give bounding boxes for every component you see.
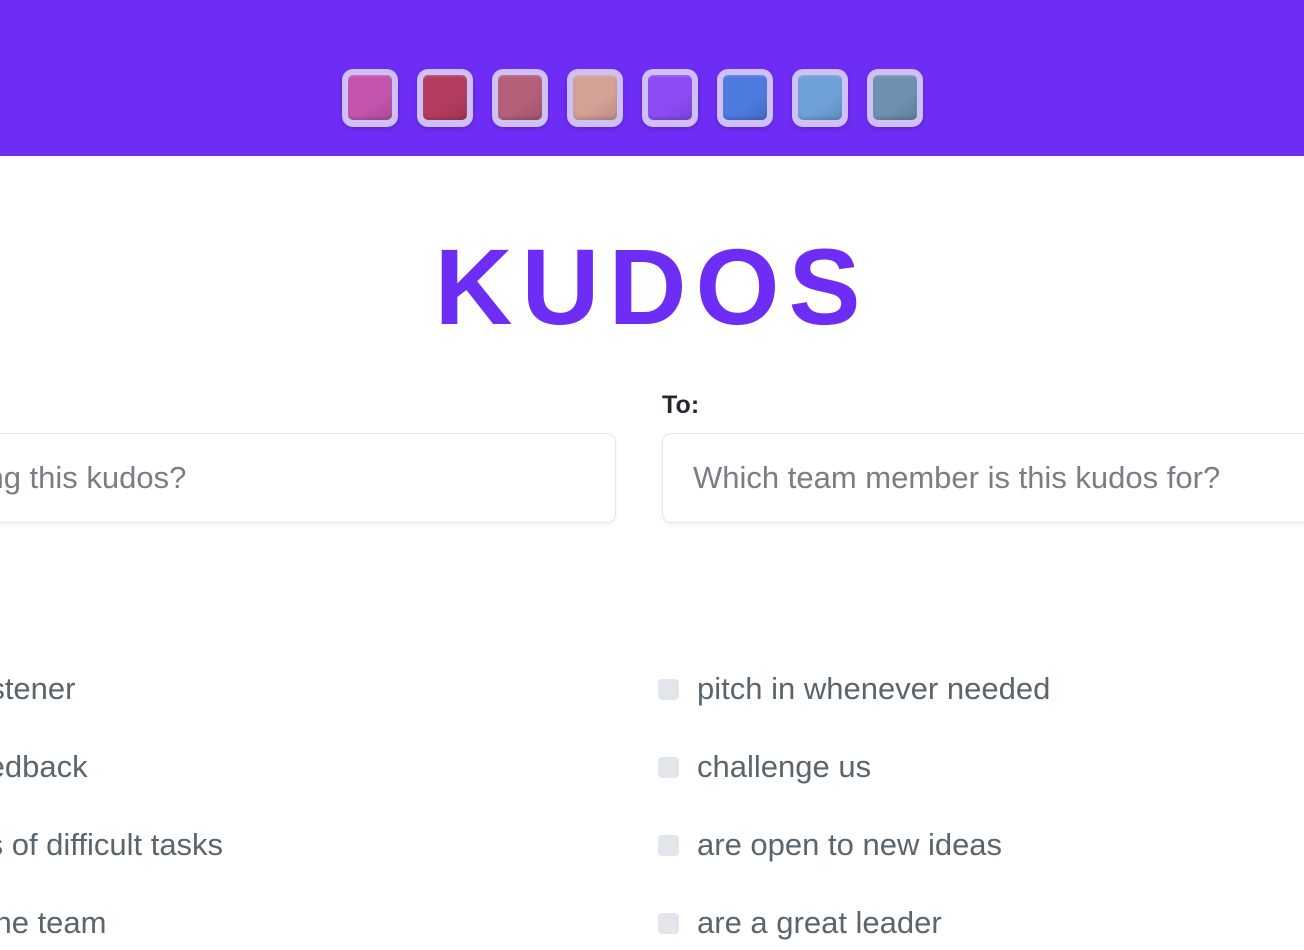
checkbox-label: are a great listener [0, 671, 76, 706]
color-swatch-crimson[interactable] [417, 69, 473, 127]
color-swatch-magenta-fill [348, 75, 392, 120]
from-field-block: From: [0, 390, 616, 523]
color-swatch-violet-fill [648, 75, 692, 120]
checkbox-row[interactable]: relieve others of difficult tasks [0, 806, 658, 884]
checkbox-right-0[interactable] [658, 678, 679, 700]
checkbox-label: show up for the team [0, 905, 107, 940]
checkbox-row[interactable]: are open to new ideas [658, 806, 1304, 884]
color-swatch-steel-blue-fill [873, 75, 917, 120]
color-swatch-sky-blue-fill [798, 75, 842, 120]
checkbox-column-left: are a great listener give great feedback r… [0, 650, 658, 950]
color-swatch-magenta[interactable] [342, 69, 398, 127]
kudos-page: KUDOS From: To: are a great listener give… [0, 0, 1304, 950]
color-swatch-royal-blue[interactable] [717, 69, 773, 127]
color-swatch-sky-blue[interactable] [792, 69, 848, 127]
checkbox-row[interactable]: are a great listener [0, 650, 658, 728]
checkbox-label: are open to new ideas [697, 827, 1003, 862]
checkbox-right-2[interactable] [658, 834, 679, 856]
to-input[interactable] [662, 433, 1304, 523]
header-band [0, 0, 1304, 156]
from-input[interactable] [0, 433, 616, 523]
color-swatch-crimson-fill [423, 75, 467, 120]
checkbox-column-right: pitch in whenever needed challenge us are … [658, 650, 1304, 950]
color-swatch-steel-blue[interactable] [867, 69, 923, 127]
to-field-label: To: [662, 391, 700, 419]
checkbox-row[interactable]: are a great leader [658, 884, 1304, 950]
from-field-label: From: [0, 390, 616, 420]
color-swatch-violet[interactable] [642, 69, 698, 127]
checkbox-label: pitch in whenever needed [697, 671, 1051, 706]
checkbox-label: give great feedback [0, 749, 88, 784]
page-title: KUDOS [434, 226, 870, 347]
color-swatch-blush-fill [573, 75, 617, 120]
checkbox-row[interactable]: give great feedback [0, 728, 658, 806]
color-swatch-royal-blue-fill [723, 75, 767, 120]
color-swatch-rose[interactable] [492, 69, 548, 127]
color-swatch-rose-fill [498, 75, 542, 120]
checkbox-row[interactable]: pitch in whenever needed [658, 650, 1304, 728]
to-field-block: To: [662, 390, 1304, 523]
checkbox-row[interactable]: challenge us [658, 728, 1304, 806]
color-swatch-row [342, 68, 923, 128]
checkbox-label: challenge us [697, 749, 872, 784]
checkbox-row[interactable]: show up for the team [0, 884, 658, 950]
checkbox-label: are a great leader [697, 905, 942, 940]
checkbox-right-1[interactable] [658, 756, 679, 778]
checkbox-label: relieve others of difficult tasks [0, 827, 224, 862]
checkbox-right-3[interactable] [658, 912, 679, 934]
checkbox-area: are a great listener give great feedback r… [0, 650, 1304, 950]
color-swatch-blush[interactable] [567, 69, 623, 127]
